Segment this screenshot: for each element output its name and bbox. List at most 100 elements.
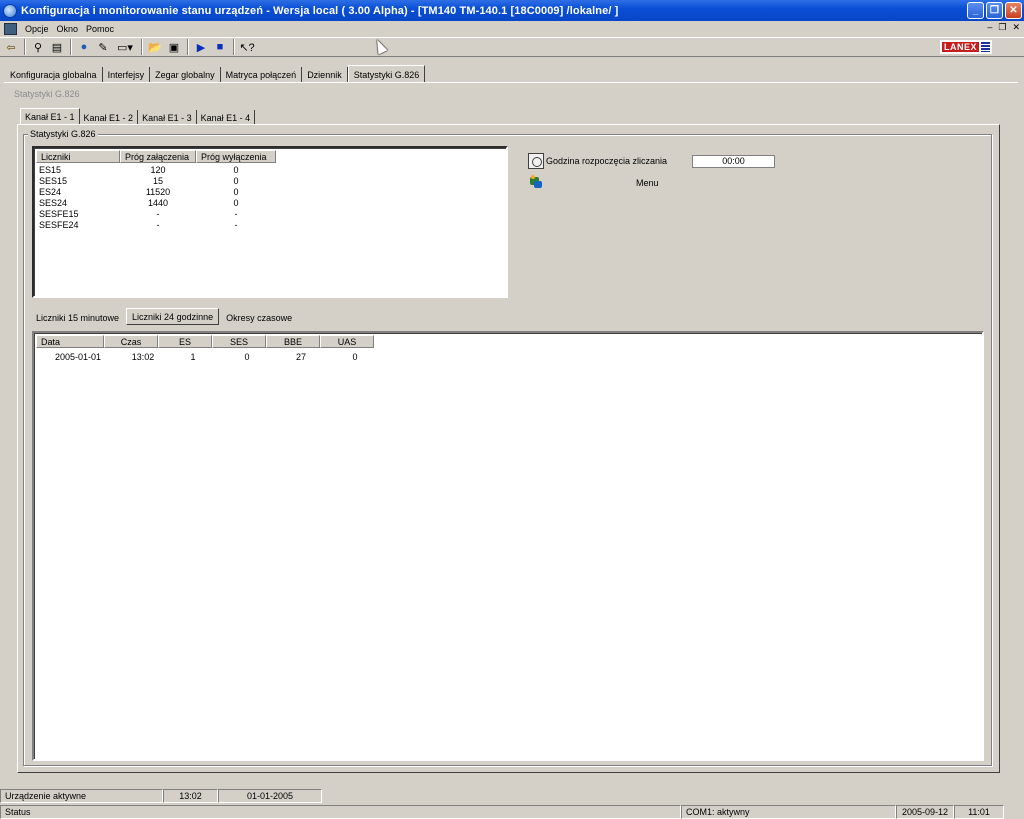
list-item[interactable]: ES15 120 0 [36,164,276,175]
tab-kanal-2[interactable]: Kanał E1 - 2 [80,110,139,125]
menu-pomoc[interactable]: Pomoc [82,24,118,34]
on-threshold: 11520 [145,186,171,197]
mdi-window-icon[interactable] [4,23,17,35]
window-list-button[interactable]: ▭▾ [113,39,137,55]
off-threshold: 0 [233,175,239,186]
mdi-close-icon[interactable]: ✕ [1012,22,1020,33]
off-threshold: 0 [233,164,239,175]
list-item[interactable]: SESFE15 - - [36,208,276,219]
on-threshold: - [156,208,160,219]
minimize-icon: _ [972,4,979,16]
start-time-label: Godzina rozpoczęcia zliczania [546,156,668,166]
column-header-prog-wylaczenia[interactable]: Próg wyłączenia [196,150,276,163]
counters-header: Data Czas ES SES BBE UAS [36,335,374,348]
status-time: 11:01 [954,805,1004,819]
counter-name: SES15 [39,175,68,186]
context-help-icon: ↖? [239,41,255,54]
window-controls: _ ❐ ✕ [967,2,1022,19]
device-time: 13:02 [163,789,218,803]
device-icon: ▤ [51,41,63,54]
toolbar-separator [24,39,26,55]
panel-caption: Statystyki G.826 [14,89,80,99]
stop-button[interactable]: ■ [211,39,229,55]
tab-kanal-3[interactable]: Kanał E1 - 3 [138,110,197,125]
menu-bar: Opcje Okno Pomoc – ❐ ✕ [0,21,1024,37]
off-threshold: - [234,219,238,230]
mdi-controls: – ❐ ✕ [987,22,1020,33]
mdi-minimize-icon[interactable]: – [987,22,992,33]
window-list-icon: ▭▾ [117,41,133,54]
tab-zegar-globalny[interactable]: Zegar globalny [150,67,221,83]
column-header-uas[interactable]: UAS [320,335,374,348]
counter-name: ES15 [39,164,62,175]
cell-uas: 0 [352,351,358,362]
column-header-prog-zalaczenia[interactable]: Próg załączenia [120,150,196,163]
close-button[interactable]: ✕ [1005,2,1022,19]
cell-date: 2005-01-01 [54,351,102,362]
start-time-field[interactable]: 00:00 [692,155,775,168]
tab-interfejsy[interactable]: Interfejsy [103,67,151,83]
tab-statystyki-g826[interactable]: Statystyki G.826 [347,65,426,83]
menu-button-label[interactable]: Menu [636,178,659,188]
company-logo: LANEX [940,40,992,54]
off-threshold: 0 [233,186,239,197]
column-header-data[interactable]: Data [36,335,104,348]
tab-dziennik[interactable]: Dziennik [302,67,348,83]
counters-list[interactable]: Data Czas ES SES BBE UAS 2005-01-01 13:0… [32,331,984,761]
column-header-bbe[interactable]: BBE [266,335,320,348]
open-button[interactable]: 📂 [146,39,164,55]
tab-liczniki-24-godzinne[interactable]: Liczniki 24 godzinne [126,308,220,325]
tab-konfiguracja-globalna[interactable]: Konfiguracja globalna [5,67,103,83]
tab-matryca-polaczen[interactable]: Matryca połączeń [221,67,303,83]
list-item[interactable]: ES24 11520 0 [36,186,276,197]
counter-name: SESFE24 [39,219,79,230]
search-button[interactable]: ⚲ [29,39,47,55]
list-item[interactable]: SES15 15 0 [36,175,276,186]
network-button[interactable]: ● [75,39,93,55]
help-button[interactable]: ↖? [238,39,256,55]
save-disk-icon: ▣ [168,41,180,54]
minimize-button[interactable]: _ [967,2,984,19]
list-item[interactable]: SES24 1440 0 [36,197,276,208]
column-header-czas[interactable]: Czas [104,335,158,348]
off-threshold: 0 [233,197,239,208]
tab-liczniki-15-minutowe[interactable]: Liczniki 15 minutowe [31,310,124,325]
column-header-ses[interactable]: SES [212,335,266,348]
menu-okno[interactable]: Okno [53,24,83,34]
tab-kanal-4[interactable]: Kanał E1 - 4 [197,110,256,125]
toolbar-separator [187,39,189,55]
column-header-liczniki[interactable]: Liczniki [36,150,120,163]
tab-okresy-czasowe[interactable]: Okresy czasowe [221,310,297,325]
tab-kanal-1[interactable]: Kanał E1 - 1 [20,108,80,125]
exit-door-icon: ⇦ [6,41,16,54]
stop-icon: ■ [216,41,224,53]
on-threshold: - [156,219,160,230]
maximize-button[interactable]: ❐ [986,2,1003,19]
start-button[interactable]: ▶ [192,39,210,55]
logo-stripes-icon [981,42,990,52]
list-item[interactable]: SESFE24 - - [36,219,276,230]
cell-es: 1 [190,351,196,362]
cell-bbe: 27 [295,351,306,362]
menu-opcje[interactable]: Opcje [21,24,53,34]
save-button[interactable]: ▣ [165,39,183,55]
clock-calendar-icon[interactable] [528,153,544,169]
edit-button[interactable]: ✎ [94,39,112,55]
off-threshold: - [234,208,238,219]
title-bar[interactable]: Konfiguracja i monitorowanie stanu urząd… [0,0,1024,21]
mdi-restore-icon[interactable]: ❐ [998,22,1006,33]
port-status: COM1: aktywny [681,805,896,819]
column-header-es[interactable]: ES [158,335,212,348]
toolbar-separator [70,39,72,55]
app-icon[interactable] [3,3,17,18]
table-row[interactable]: 2005-01-01 13:02 1 0 27 0 [36,351,382,362]
thresholds-list[interactable]: Liczniki Próg załączenia Próg wyłączenia… [32,146,508,298]
device-button[interactable]: ▤ [48,39,66,55]
app-status-bar: Status COM1: aktywny 2005-09-12 11:01 [0,805,1024,819]
tools-menu-icon[interactable] [528,174,544,190]
counter-name: SES24 [39,197,68,208]
magnifier-icon: ⚲ [33,41,43,54]
exit-button[interactable]: ⇦ [2,39,20,55]
cell-time: 13:02 [131,351,155,362]
play-icon: ▶ [196,41,206,54]
